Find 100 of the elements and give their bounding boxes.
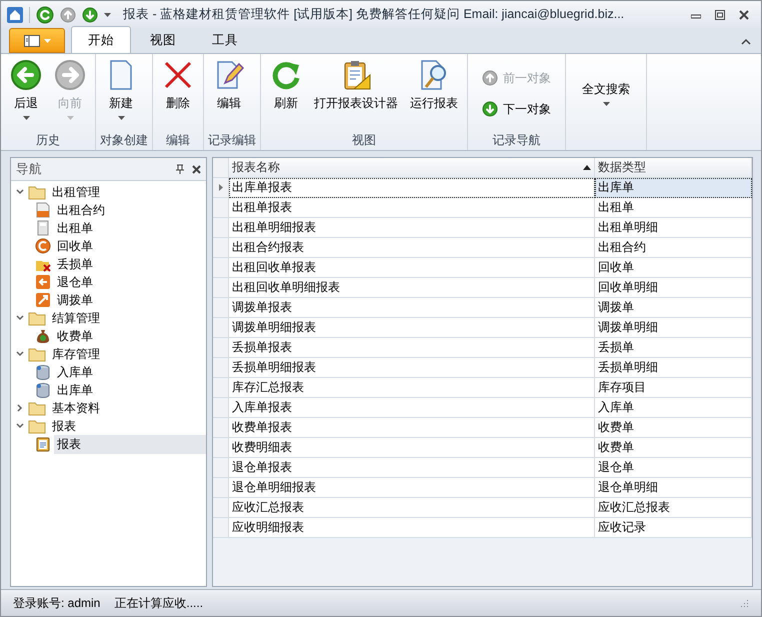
table-cell: 调拨单明细: [595, 318, 752, 338]
tree-item[interactable]: 收费单: [54, 326, 96, 346]
column-header[interactable]: 数据类型: [595, 158, 752, 178]
table-cell: 退仓单明细: [595, 478, 752, 498]
tree-item[interactable]: 回收单: [54, 236, 96, 256]
table-cell: 丢损单: [595, 338, 752, 358]
folder-icon: [28, 184, 46, 200]
collapse-chevron-icon[interactable]: [16, 422, 24, 430]
column-header[interactable]: 报表名称: [229, 158, 595, 178]
dropdown-caret-icon: [104, 12, 111, 16]
table-cell: 库存项目: [595, 378, 752, 398]
ribbon-button[interactable]: 刷新: [265, 56, 307, 131]
group-label: 对象创建: [100, 132, 148, 149]
table-cell: 入库单报表: [229, 398, 595, 418]
tree-item[interactable]: 库存管理: [49, 344, 103, 364]
table-cell: 出库单: [595, 178, 752, 198]
group-label: 记录导航: [492, 132, 542, 149]
table-cell: 出租单: [595, 198, 752, 218]
table-cell: 退仓单: [595, 458, 752, 478]
tree-item[interactable]: 退仓单: [54, 272, 96, 292]
swap-arrow-icon: [35, 292, 51, 308]
database-icon: [35, 382, 51, 398]
table-cell: 应收明细报表: [229, 518, 595, 538]
tree-item[interactable]: 基本资料: [49, 398, 103, 418]
tree-item[interactable]: 入库单: [54, 362, 96, 382]
table-cell: 退仓单明细报表: [229, 478, 595, 498]
collapse-chevron-icon[interactable]: [16, 350, 24, 358]
ribbon-button[interactable]: 运行报表: [405, 56, 463, 131]
group-label: 历史: [35, 132, 61, 149]
table-cell: 出租回收单明细报表: [229, 278, 595, 298]
ribbon-tab[interactable]: 工具: [195, 26, 255, 53]
table-cell: 出租单报表: [229, 198, 595, 218]
table-cell: 回收单: [595, 258, 752, 278]
table-cell: 出租合约报表: [229, 238, 595, 258]
tree-item[interactable]: 出租合约: [54, 200, 108, 220]
table-cell: 出租合约: [595, 238, 752, 258]
table-cell: 出租单明细报表: [229, 218, 595, 238]
table-cell: 收费单: [595, 418, 752, 438]
row-header[interactable]: [213, 178, 229, 198]
group-label: 视图: [351, 132, 377, 149]
ribbon-button[interactable]: 打开报表设计器: [309, 56, 403, 131]
table-cell: 调拨单: [595, 298, 752, 318]
ribbon-button[interactable]: 删除: [157, 56, 199, 131]
refresh-icon: [36, 6, 54, 24]
table-cell: 出租回收单报表: [229, 258, 595, 278]
window-title: 报表 - 蓝格建材租赁管理软件 [试用版本] 免费解答任何疑问 Email: jiancai@bluegrid.biz...: [123, 6, 626, 23]
table-cell: 回收单明细: [595, 278, 752, 298]
table-cell: 调拨单报表: [229, 298, 595, 318]
ribbon-button[interactable]: 编辑: [208, 56, 250, 131]
caret-icon: [44, 38, 50, 42]
status-text: 登录账号: admin: [13, 594, 100, 612]
collapse-chevron-icon[interactable]: [16, 188, 24, 196]
table-cell: 库存汇总报表: [229, 378, 595, 398]
money-bag-icon: [35, 328, 51, 344]
close-icon[interactable]: [739, 10, 749, 20]
pin-icon[interactable]: [176, 164, 184, 174]
maximize-icon[interactable]: [715, 10, 725, 20]
tree-item[interactable]: 丢损单: [54, 254, 96, 274]
table-cell: 退仓单报表: [229, 458, 595, 478]
tree-item[interactable]: 调拨单: [54, 290, 96, 310]
table-cell: 应收汇总报表: [595, 498, 752, 518]
database-icon: [35, 364, 51, 380]
table-cell: 出库单报表: [229, 178, 595, 198]
collapse-ribbon-icon[interactable]: [741, 38, 751, 45]
clipboard-icon: [35, 436, 51, 452]
table-cell: 应收汇总报表: [229, 498, 595, 518]
refresh-icon: [270, 59, 302, 91]
table-cell: 丢损单明细报表: [229, 358, 595, 378]
table-cell: 收费单报表: [229, 418, 595, 438]
folder-icon: [28, 418, 46, 434]
ribbon-button[interactable]: 新建: [100, 56, 142, 131]
folder-icon: [28, 400, 46, 416]
tree-item[interactable]: 出租单: [54, 218, 96, 238]
table-cell: 应收记录: [595, 518, 752, 538]
table-cell: 收费单: [595, 438, 752, 458]
tree-item[interactable]: 出库单: [54, 380, 96, 400]
resize-grip-icon[interactable]: [739, 598, 749, 608]
application-menu-button[interactable]: [9, 28, 65, 53]
ribbon-button[interactable]: 后退: [5, 56, 47, 131]
document-icon: [35, 202, 51, 218]
collapse-chevron-icon[interactable]: [16, 314, 24, 322]
folder-icon: [28, 346, 46, 362]
sort-ascending-icon: [583, 165, 591, 170]
tree-item[interactable]: 报表: [49, 416, 79, 436]
tree-item[interactable]: 出租管理: [49, 182, 103, 202]
delete-cross-icon: [162, 59, 194, 91]
ribbon-tab[interactable]: 视图: [133, 26, 193, 53]
ribbon-tab[interactable]: 开始: [71, 26, 131, 53]
recycle-icon: [35, 238, 51, 254]
ribbon-button[interactable]: 下一对象: [480, 98, 553, 120]
folder-icon: [28, 310, 46, 326]
expand-chevron-icon[interactable]: [16, 404, 24, 412]
close-icon[interactable]: [192, 164, 201, 174]
home-icon[interactable]: [7, 6, 23, 22]
ribbon-button[interactable]: 全文搜索: [570, 56, 642, 131]
table-cell: 调拨单明细报表: [229, 318, 595, 338]
tree-item[interactable]: 报表: [54, 434, 206, 454]
tree-item[interactable]: 结算管理: [49, 308, 103, 328]
group-label: 记录编辑: [208, 132, 256, 149]
calculator-icon: [35, 220, 51, 236]
